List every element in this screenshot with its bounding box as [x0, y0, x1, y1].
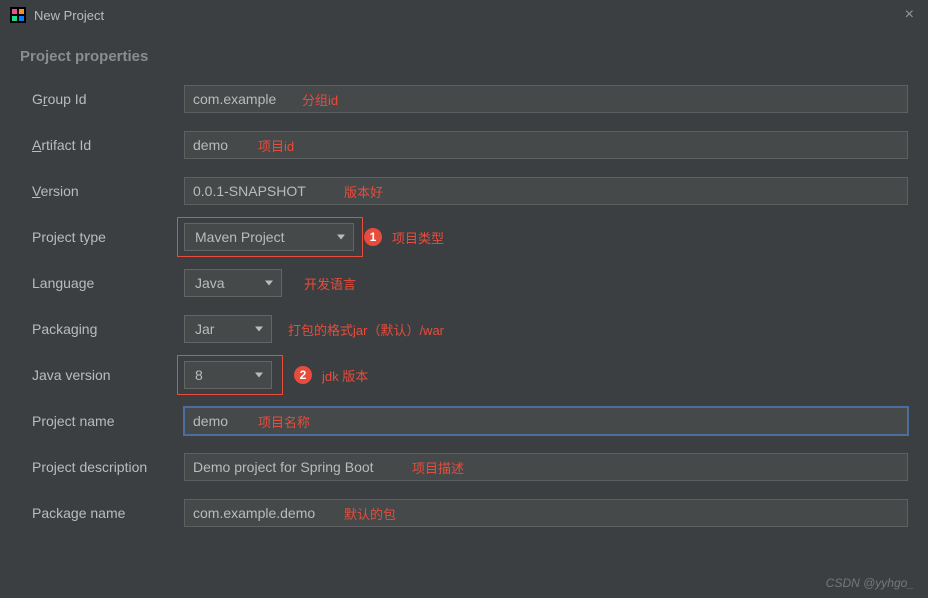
- badge-2: 2: [294, 366, 312, 384]
- label-package-name: Package name: [32, 505, 184, 521]
- label-project-description: Project description: [32, 459, 184, 475]
- input-project-name[interactable]: demo: [184, 407, 908, 435]
- label-java-version: Java version: [32, 367, 184, 383]
- row-project-type: Project type Maven Project 1 项目类型: [32, 223, 908, 251]
- row-group-id: Group Id com.example 分组id: [32, 85, 908, 113]
- input-artifact-id[interactable]: demo: [184, 131, 908, 159]
- annotation-language: 开发语言: [304, 274, 356, 293]
- close-icon[interactable]: ×: [901, 6, 918, 24]
- row-package-name: Package name com.example.demo 默认的包: [32, 499, 908, 527]
- window-title: New Project: [34, 8, 901, 23]
- label-packaging: Packaging: [32, 321, 184, 337]
- watermark: CSDN @yyhgo_: [826, 576, 914, 590]
- select-java-version-value: 8: [195, 367, 203, 383]
- select-project-type[interactable]: Maven Project: [184, 223, 354, 251]
- input-project-name-value: demo: [193, 413, 228, 429]
- row-java-version: Java version 8 2 jdk 版本: [32, 361, 908, 389]
- select-java-version[interactable]: 8: [184, 361, 272, 389]
- chevron-down-icon: [265, 281, 273, 286]
- app-icon: [10, 7, 26, 23]
- label-project-type: Project type: [32, 229, 184, 245]
- badge-1: 1: [364, 228, 382, 246]
- input-package-name-value: com.example.demo: [193, 505, 315, 521]
- input-group-id-value: com.example: [193, 91, 276, 107]
- row-artifact-id: Artifact Id demo 项目id: [32, 131, 908, 159]
- select-language[interactable]: Java: [184, 269, 282, 297]
- label-project-name: Project name: [32, 413, 184, 429]
- label-version: Version: [32, 183, 184, 199]
- chevron-down-icon: [337, 235, 345, 240]
- input-version[interactable]: 0.0.1-SNAPSHOT: [184, 177, 908, 205]
- form: Group Id com.example 分组id Artifact Id de…: [0, 75, 928, 527]
- row-packaging: Packaging Jar 打包的格式jar（默认）/war: [32, 315, 908, 343]
- label-language: Language: [32, 275, 184, 291]
- input-version-value: 0.0.1-SNAPSHOT: [193, 183, 306, 199]
- input-group-id[interactable]: com.example: [184, 85, 908, 113]
- input-artifact-id-value: demo: [193, 137, 228, 153]
- row-language: Language Java 开发语言: [32, 269, 908, 297]
- row-project-name: Project name demo 项目名称: [32, 407, 908, 435]
- select-project-type-value: Maven Project: [195, 229, 284, 245]
- row-version: Version 0.0.1-SNAPSHOT 版本好: [32, 177, 908, 205]
- select-language-value: Java: [195, 275, 225, 291]
- select-packaging[interactable]: Jar: [184, 315, 272, 343]
- input-package-name[interactable]: com.example.demo: [184, 499, 908, 527]
- annotation-packaging: 打包的格式jar（默认）/war: [288, 320, 444, 339]
- input-project-description[interactable]: Demo project for Spring Boot: [184, 453, 908, 481]
- row-project-description: Project description Demo project for Spr…: [32, 453, 908, 481]
- select-packaging-value: Jar: [195, 321, 214, 337]
- label-group-id: Group Id: [32, 91, 184, 107]
- chevron-down-icon: [255, 327, 263, 332]
- chevron-down-icon: [255, 373, 263, 378]
- input-project-description-value: Demo project for Spring Boot: [193, 459, 374, 475]
- label-artifact-id: Artifact Id: [32, 137, 184, 153]
- titlebar: New Project ×: [0, 0, 928, 30]
- section-header: Project properties: [0, 30, 928, 75]
- annotation-project-type: 项目类型: [392, 228, 444, 247]
- annotation-java-version: jdk 版本: [322, 366, 368, 385]
